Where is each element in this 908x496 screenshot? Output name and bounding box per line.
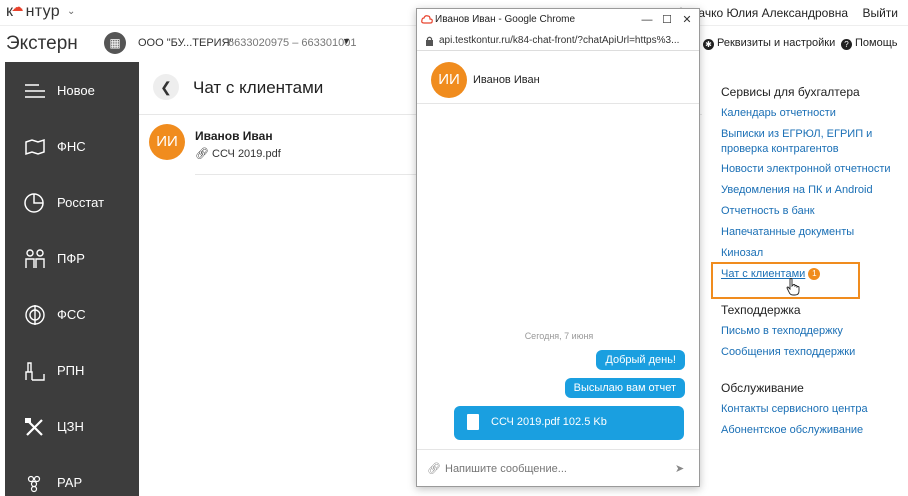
link-cinema[interactable]: Кинозал bbox=[721, 246, 891, 261]
kontur-logo[interactable]: к☁ нтур bbox=[6, 0, 60, 21]
link-support-messages[interactable]: Сообщения техподдержки bbox=[721, 345, 891, 360]
sidebar-item-rpn[interactable]: РПН bbox=[5, 346, 139, 396]
close-icon[interactable]: ✕ bbox=[679, 12, 695, 28]
chat-contact-name[interactable]: Иванов Иван bbox=[195, 129, 273, 143]
sidebar-item-new[interactable]: Новое bbox=[5, 66, 139, 116]
link-printed-docs[interactable]: Напечатанные документы bbox=[721, 225, 891, 240]
sidebar-item-label: ФНС bbox=[57, 139, 86, 154]
message-input[interactable] bbox=[445, 460, 665, 478]
logout-link[interactable]: Выйти bbox=[862, 6, 898, 20]
sidebar-item-rosstat[interactable]: Росстат bbox=[5, 178, 139, 228]
message-bubble: Добрый день! bbox=[596, 350, 685, 370]
maximize-icon[interactable]: ☐ bbox=[659, 12, 675, 28]
help-link[interactable]: ? Помощь bbox=[841, 37, 898, 50]
settings-label: Реквизиты и настройки bbox=[717, 37, 836, 49]
url-text: api.testkontur.ru/k84-chat-front/?chatAp… bbox=[439, 35, 680, 46]
message-bubble: Высылаю вам отчет bbox=[564, 378, 685, 398]
chat-header: ИИ Иванов Иван bbox=[417, 52, 699, 104]
avatar[interactable]: ИИ bbox=[149, 124, 185, 160]
file-message-text: ССЧ 2019.pdf 102.5 Kb bbox=[491, 416, 607, 428]
address-bar[interactable]: api.testkontur.ru/k84-chat-front/?chatAp… bbox=[417, 31, 699, 51]
window-title: Иванов Иван - Google Chrome bbox=[435, 14, 576, 25]
help-label: Помощь bbox=[855, 37, 898, 49]
org-name[interactable]: ООО "БУ...ТЕРИЯ" bbox=[138, 37, 233, 49]
cloud-logo-icon: ☁ bbox=[11, 0, 24, 14]
grapes-icon bbox=[27, 475, 41, 493]
hand-cursor-icon bbox=[786, 278, 800, 296]
cloud-logo-icon bbox=[421, 15, 433, 24]
org-icon[interactable]: ▦ bbox=[104, 32, 126, 54]
pie-chart-icon bbox=[24, 193, 44, 213]
sidebar-item-fns[interactable]: ФНС bbox=[5, 122, 139, 172]
map-icon bbox=[25, 138, 45, 156]
unread-badge: 1 bbox=[808, 268, 821, 280]
arrow-left-icon: ❮ bbox=[160, 79, 172, 95]
sidebar-item-czn[interactable]: ЦЗН bbox=[5, 402, 139, 452]
gear-icon: ✱ bbox=[703, 39, 714, 50]
link-subscription[interactable]: Абонентское обслуживание bbox=[721, 423, 891, 438]
chat-contact-name: Иванов Иван bbox=[473, 74, 540, 86]
sidebar-item-rar[interactable]: РАР bbox=[5, 458, 139, 496]
page-title: Чат с клиентами bbox=[193, 78, 324, 97]
link-support-letter[interactable]: Письмо в техподдержку bbox=[721, 324, 891, 339]
link-bank-reports[interactable]: Отчетность в банк bbox=[721, 204, 891, 219]
list-icon bbox=[25, 84, 45, 98]
link-egrul[interactable]: Выписки из ЕГРЮЛ, ЕГРИП и проверка контр… bbox=[721, 127, 891, 157]
support-title: Техподдержка bbox=[721, 303, 801, 317]
accounting-services-title: Сервисы для бухгалтера bbox=[721, 85, 860, 99]
org-inn[interactable]: 6633020975 – 663301001 bbox=[228, 37, 356, 49]
chat-popup-window: Иванов Иван - Google Chrome — ☐ ✕ api.te… bbox=[416, 8, 700, 487]
sidebar-item-label: ПФР bbox=[57, 251, 85, 266]
link-notifications[interactable]: Уведомления на ПК и Android bbox=[721, 183, 891, 198]
divider bbox=[195, 174, 421, 175]
document-icon bbox=[467, 414, 479, 430]
avatar: ИИ bbox=[431, 62, 467, 98]
window-titlebar: Иванов Иван - Google Chrome — ☐ ✕ bbox=[417, 9, 699, 31]
sidebar-item-label: Росстат bbox=[57, 195, 105, 210]
sidebar-item-label: Новое bbox=[57, 83, 95, 98]
paperclip-icon: 🔗︎ bbox=[195, 148, 209, 160]
link-news[interactable]: Новости электронной отчетности bbox=[721, 162, 891, 177]
factory-icon bbox=[25, 362, 45, 381]
link-client-chat[interactable]: Чат с клиентами 1 bbox=[721, 267, 891, 282]
user-menu[interactable]: Сачко Юлия Александровна bbox=[676, 6, 848, 20]
people-icon bbox=[25, 249, 45, 268]
lock-icon bbox=[426, 36, 433, 46]
message-composer: 🔗︎ ➤ bbox=[417, 449, 699, 486]
back-button[interactable]: ❮ bbox=[153, 74, 179, 100]
question-icon: ? bbox=[841, 39, 852, 50]
chat-last-file[interactable]: 🔗︎ ССЧ 2019.pdf bbox=[195, 147, 281, 160]
sidebar-item-label: ФСС bbox=[57, 307, 86, 322]
sidebar-item-label: ЦЗН bbox=[57, 419, 84, 434]
right-panel: Сервисы для бухгалтера Календарь отчетно… bbox=[703, 62, 908, 496]
chevron-down-icon[interactable]: ⌄ bbox=[67, 6, 75, 17]
date-separator: Сегодня, 7 июня bbox=[524, 331, 594, 341]
sidebar-item-fss[interactable]: ФСС bbox=[5, 290, 139, 340]
send-icon[interactable]: ➤ bbox=[675, 462, 684, 475]
sidebar-item-label: РАР bbox=[57, 475, 83, 490]
link-calendar[interactable]: Календарь отчетности bbox=[721, 106, 891, 121]
service-title: Обслуживание bbox=[721, 381, 804, 395]
sidebar-item-pfr[interactable]: ПФР bbox=[5, 234, 139, 284]
user-name: Сачко Юлия Александровна bbox=[689, 6, 848, 20]
minimize-icon[interactable]: — bbox=[639, 12, 655, 28]
sidebar-item-label: РПН bbox=[57, 363, 85, 378]
product-name[interactable]: Экстерн bbox=[6, 33, 78, 55]
paperclip-icon[interactable]: 🔗︎ bbox=[427, 462, 441, 475]
caret-down-icon[interactable]: ▼ bbox=[342, 36, 351, 46]
link-service-contacts[interactable]: Контакты сервисного центра bbox=[721, 402, 891, 417]
settings-link[interactable]: ✱ Реквизиты и настройки bbox=[703, 37, 835, 50]
chat-file-name: ССЧ 2019.pdf bbox=[212, 148, 281, 160]
tools-icon bbox=[25, 418, 43, 436]
fss-icon bbox=[25, 305, 45, 325]
sidebar: Новое ФНС Росстат ПФР ФСС РПН ЦЗН РАР bbox=[5, 62, 139, 496]
file-message[interactable]: ССЧ 2019.pdf 102.5 Kb bbox=[454, 406, 684, 440]
